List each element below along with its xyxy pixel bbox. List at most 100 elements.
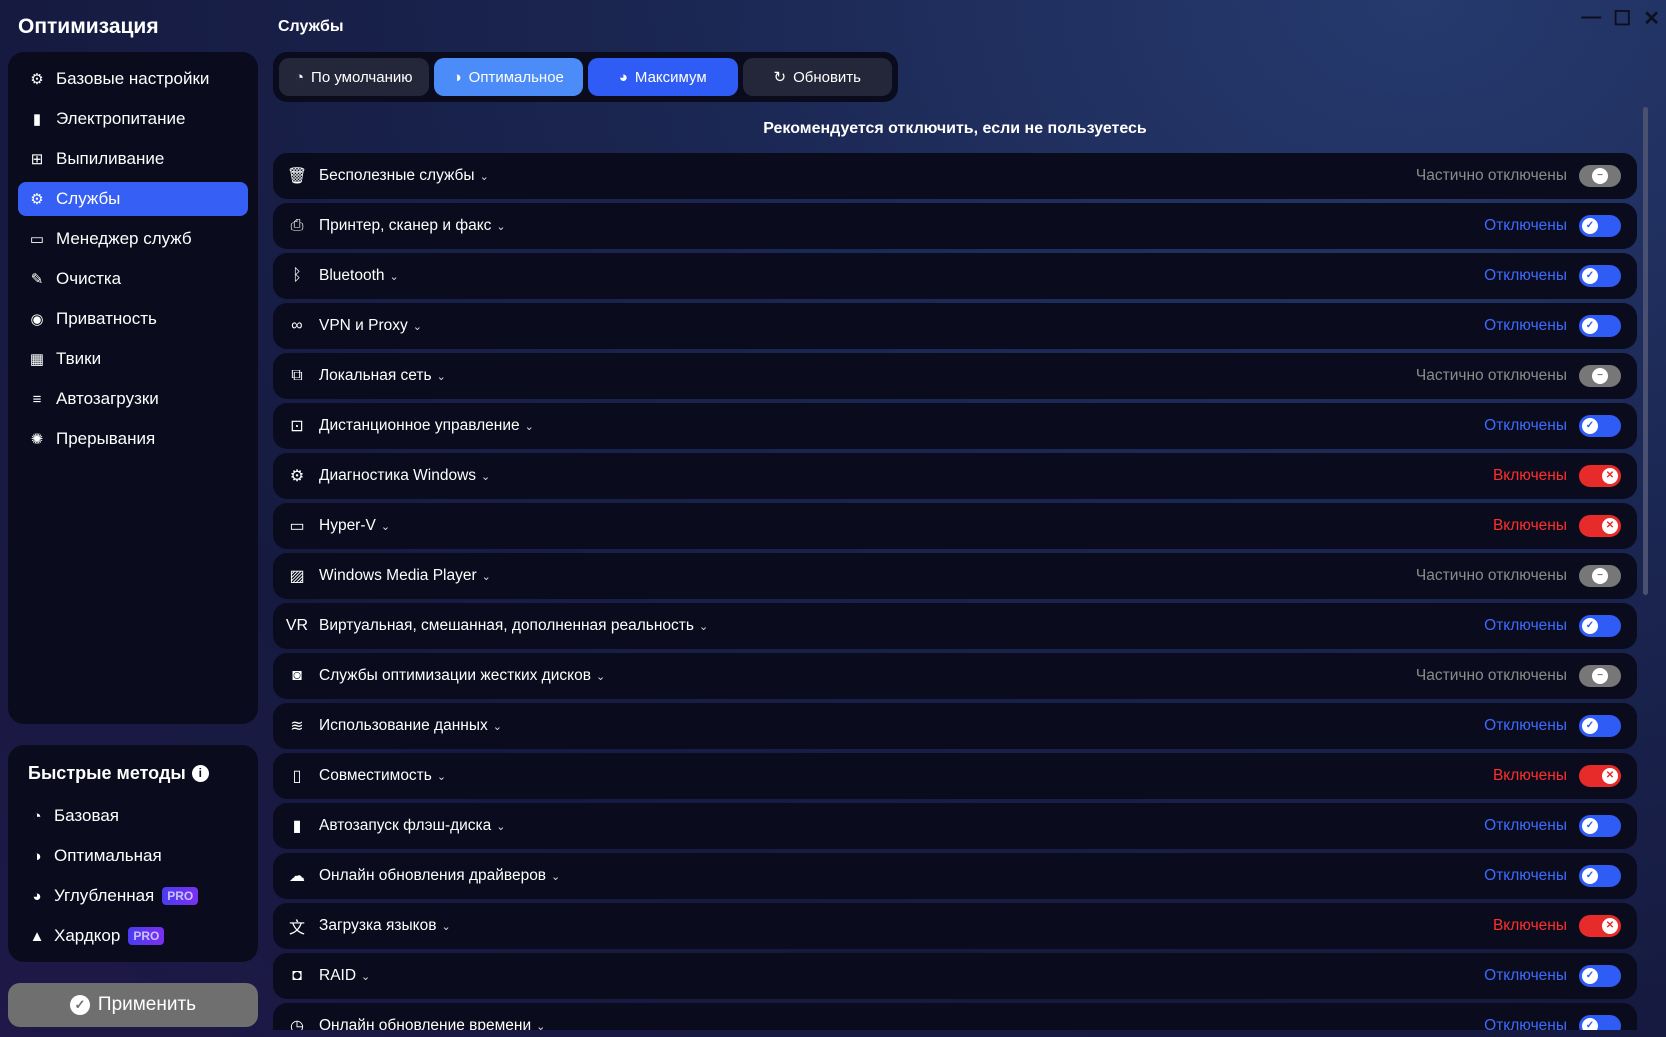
service-toggle[interactable]: ✕ <box>1579 465 1621 487</box>
chevron-down-icon[interactable]: ⌄ <box>551 870 560 883</box>
service-name[interactable]: Онлайн обновление времени <box>319 1017 531 1030</box>
service-name[interactable]: Hyper-V <box>319 517 376 535</box>
chevron-down-icon[interactable]: ⌄ <box>596 670 605 683</box>
chevron-down-icon[interactable]: ⌄ <box>493 720 502 733</box>
sidebar-item-5[interactable]: ✎ Очистка <box>18 262 248 296</box>
info-icon[interactable]: i <box>191 765 209 782</box>
sidebar-item-2[interactable]: ⊞ Выпиливание <box>18 142 248 176</box>
usb-icon: ▮ <box>292 818 302 835</box>
chevron-down-icon[interactable]: ⌄ <box>441 920 450 933</box>
quick-method-1[interactable]: ◑ Оптимальная <box>28 836 238 876</box>
service-status: Отключены <box>1484 1017 1567 1030</box>
service-toggle[interactable]: ✓ <box>1579 715 1621 737</box>
windows-icon: ⊞ <box>30 151 44 168</box>
service-name[interactable]: Диагностика Windows <box>319 467 476 485</box>
sidebar-item-6[interactable]: ◉ Приватность <box>18 302 248 336</box>
service-name[interactable]: Бесполезные службы <box>319 167 475 185</box>
sidebar-item-8[interactable]: ≡ Автозагрузки <box>18 382 248 416</box>
service-name[interactable]: Использование данных <box>319 717 488 735</box>
service-name[interactable]: VPN и Proxy <box>319 317 408 335</box>
service-toggle[interactable]: ✓ <box>1579 215 1621 237</box>
chevron-down-icon[interactable]: ⌄ <box>437 370 446 383</box>
service-row: ⚙ Диагностика Windows ⌄ Включены ✕ <box>273 453 1637 499</box>
chevron-down-icon[interactable]: ⌄ <box>536 1020 545 1031</box>
apply-label: Применить <box>97 994 197 1015</box>
service-name[interactable]: RAID <box>319 967 356 985</box>
chevron-down-icon[interactable]: ⌄ <box>437 770 446 783</box>
pro-badge: PRO <box>128 927 165 945</box>
service-toggle[interactable]: − <box>1579 665 1621 687</box>
service-toggle[interactable]: − <box>1579 565 1621 587</box>
sidebar-item-7[interactable]: ▦ Твики <box>18 342 248 376</box>
service-name[interactable]: Службы оптимизации жестких дисков <box>319 667 591 685</box>
chevron-down-icon[interactable]: ⌄ <box>496 820 505 833</box>
service-status: Включены <box>1492 517 1567 534</box>
tab-0[interactable]: ◔ По умолчанию <box>279 58 429 96</box>
gauge-high-icon: ◕ <box>32 887 42 905</box>
service-row: ◙ Службы оптимизации жестких дисков ⌄ Части… <box>273 653 1637 699</box>
service-name[interactable]: Windows Media Player <box>319 567 477 585</box>
service-name[interactable]: Совместимость <box>319 767 432 785</box>
service-toggle[interactable]: ✓ <box>1579 415 1621 437</box>
toggle-knob: ✓ <box>1582 868 1598 884</box>
quick-method-2[interactable]: ◕ Углубленная PRO <box>28 876 238 916</box>
sidebar-item-1[interactable]: ▮ Электропитание <box>18 102 248 136</box>
service-toggle[interactable]: ✓ <box>1579 865 1621 887</box>
service-toggle[interactable]: ✓ <box>1579 965 1621 987</box>
service-toggle[interactable]: ✓ <box>1579 265 1621 287</box>
maximize-icon[interactable]: ☐ <box>1613 6 1631 31</box>
service-row: ☁ Онлайн обновления драйверов ⌄ Отключены ✓ <box>273 853 1637 899</box>
chevron-down-icon[interactable]: ⌄ <box>525 420 534 433</box>
close-icon[interactable]: ✕ <box>1643 6 1660 31</box>
pro-badge: PRO <box>162 887 199 905</box>
sidebar-item-label: Приватность <box>56 309 157 328</box>
chevron-down-icon[interactable]: ⌄ <box>381 520 390 533</box>
service-name[interactable]: Локальная сеть <box>319 367 432 385</box>
service-name[interactable]: Автозапуск флэш-диска <box>319 817 491 835</box>
sidebar-item-0[interactable]: ⚙ Базовые настройки <box>18 62 248 96</box>
sidebar-item-3[interactable]: ⚙ Службы <box>18 182 248 216</box>
chevron-down-icon[interactable]: ⌄ <box>496 220 505 233</box>
service-name[interactable]: Онлайн обновления драйверов <box>319 867 546 885</box>
service-toggle[interactable]: ✓ <box>1579 1015 1621 1030</box>
service-toggle[interactable]: − <box>1579 365 1621 387</box>
service-toggle[interactable]: ✕ <box>1579 915 1621 937</box>
chevron-down-icon[interactable]: ⌄ <box>699 620 708 633</box>
chevron-down-icon[interactable]: ⌄ <box>361 970 370 983</box>
service-name[interactable]: Дистанционное управление <box>319 417 520 435</box>
service-toggle[interactable]: ✓ <box>1579 615 1621 637</box>
apply-button[interactable]: ✓ Применить <box>8 983 258 1027</box>
sidebar-item-4[interactable]: ▭ Менеджер служб <box>18 222 248 256</box>
chevron-down-icon[interactable]: ⌄ <box>482 570 491 583</box>
tab-label: Обновить <box>793 68 861 86</box>
translate-icon: 文 <box>288 920 305 937</box>
quick-method-0[interactable]: ◔ Базовая <box>28 796 238 836</box>
tab-1[interactable]: ◑ Оптимальное <box>433 58 583 96</box>
sidebar-item-label: Автозагрузки <box>56 389 159 408</box>
toggle-knob: − <box>1592 568 1608 584</box>
service-status: Отключены <box>1484 267 1567 284</box>
service-toggle[interactable]: − <box>1579 165 1621 187</box>
sidebar-item-label: Прерывания <box>56 429 156 448</box>
chevron-down-icon[interactable]: ⌄ <box>481 470 490 483</box>
service-name[interactable]: Принтер, сканер и факс <box>319 217 491 235</box>
scrollbar[interactable] <box>1643 107 1648 595</box>
service-name[interactable]: Загрузка языков <box>319 917 436 935</box>
tab-3[interactable]: ↻ Обновить <box>742 58 892 96</box>
chevron-down-icon[interactable]: ⌄ <box>390 270 399 283</box>
chevron-down-icon[interactable]: ⌄ <box>413 320 422 333</box>
chevron-down-icon[interactable]: ⌄ <box>480 170 489 183</box>
service-status: Отключены <box>1484 617 1567 634</box>
service-name[interactable]: Виртуальная, смешанная, дополненная реал… <box>319 617 694 635</box>
sidebar-item-9[interactable]: ✺ Прерывания <box>18 422 248 456</box>
service-toggle[interactable]: ✕ <box>1579 515 1621 537</box>
service-row: ∞ VPN и Proxy ⌄ Отключены ✓ <box>273 303 1637 349</box>
tab-2[interactable]: ◕ Максимум <box>588 58 738 96</box>
service-row: 文 Загрузка языков ⌄ Включены ✕ <box>273 903 1637 949</box>
service-toggle[interactable]: ✕ <box>1579 765 1621 787</box>
service-toggle[interactable]: ✓ <box>1579 815 1621 837</box>
service-name[interactable]: Bluetooth <box>319 267 385 285</box>
minimize-icon[interactable]: — <box>1581 6 1601 31</box>
quick-method-3[interactable]: ▲ Хардкор PRO <box>28 916 238 956</box>
service-toggle[interactable]: ✓ <box>1579 315 1621 337</box>
